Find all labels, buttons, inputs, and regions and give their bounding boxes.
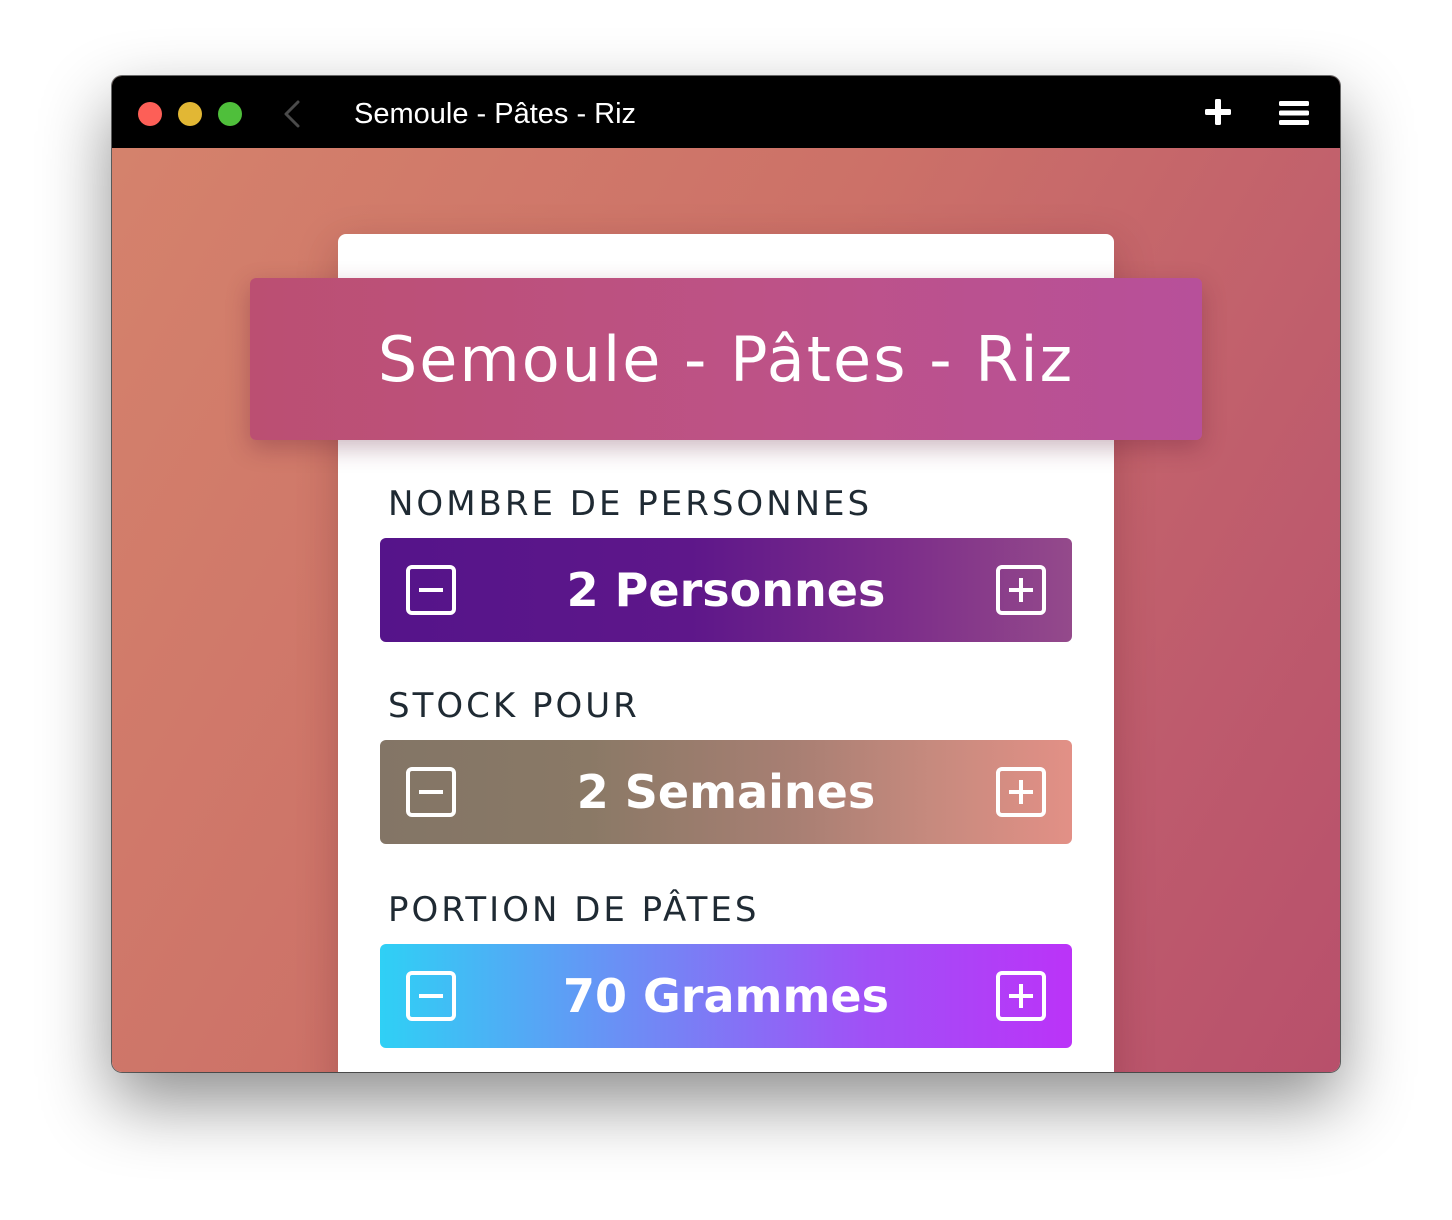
plus-square-icon[interactable] — [996, 971, 1046, 1021]
plus-square-icon[interactable] — [996, 767, 1046, 817]
plus-square-icon[interactable] — [996, 565, 1046, 615]
minus-square-icon[interactable] — [406, 971, 456, 1021]
plus-icon[interactable] — [1204, 98, 1232, 126]
minus-square-icon[interactable] — [406, 565, 456, 615]
label-stock-pour: STOCK POUR — [388, 686, 640, 726]
close-window-button[interactable] — [138, 102, 162, 126]
chevron-left-icon[interactable] — [280, 98, 304, 130]
label-portion-de-pates: PORTION DE PÂTES — [388, 890, 760, 930]
stepper-personnes: 2 Personnes — [380, 538, 1072, 642]
window-title: Semoule - Pâtes - Riz — [354, 98, 637, 130]
stepper-value: 2 Semaines — [576, 765, 876, 819]
title-bar: Semoule - Pâtes - Riz — [112, 76, 1340, 148]
app-window: Semoule - Pâtes - Riz Semoule - Pâtes - … — [112, 76, 1340, 1072]
minus-square-icon[interactable] — [406, 767, 456, 817]
stepper-value: 2 Personnes — [566, 563, 886, 617]
minimize-window-button[interactable] — [178, 102, 202, 126]
page-title: Semoule - Pâtes - Riz — [377, 322, 1075, 396]
hamburger-menu-icon[interactable] — [1279, 100, 1309, 126]
zoom-window-button[interactable] — [218, 102, 242, 126]
stepper-semaines: 2 Semaines — [380, 740, 1072, 844]
stepper-grammes: 70 Grammes — [380, 944, 1072, 1048]
stepper-value: 70 Grammes — [563, 969, 889, 1023]
label-nombre-de-personnes: NOMBRE DE PERSONNES — [388, 484, 873, 524]
header-banner: Semoule - Pâtes - Riz — [250, 278, 1202, 440]
